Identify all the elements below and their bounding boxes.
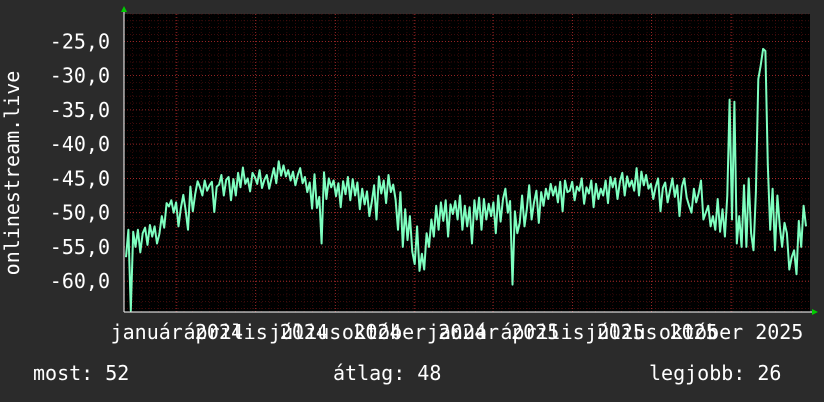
y-axis-arrow — [121, 6, 127, 12]
stat-best-value: 26 — [757, 361, 782, 385]
y-tick-label: -25,0 — [50, 29, 110, 53]
x-tick-label: október 2025 — [659, 320, 804, 344]
stat-best: legjobb: 26 — [649, 361, 781, 385]
stat-now: most: 52 — [33, 361, 129, 385]
stat-average: átlag: 48 — [333, 361, 441, 385]
y-tick-label: -30,0 — [50, 64, 110, 88]
y-tick-label: -45,0 — [50, 166, 110, 190]
y-axis-label: onlinestream.live — [0, 71, 24, 276]
y-tick-label: -50,0 — [50, 201, 110, 225]
chart-root: -25,0 -30,0 -35,0 -40,0 -45,0 -50,0 -55,0 -60,0… — [0, 0, 824, 402]
y-tick-label: -40,0 — [50, 132, 110, 156]
stat-average-label: átlag: — [333, 361, 406, 385]
y-tick-label: -60,0 — [50, 269, 110, 293]
x-axis-arrow — [812, 309, 818, 315]
y-tick-label: -55,0 — [50, 235, 110, 259]
y-tick-label: -35,0 — [50, 98, 110, 122]
stat-now-label: most: — [33, 361, 94, 385]
line-chart: -25,0 -30,0 -35,0 -40,0 -45,0 -50,0 -55,0 -60,0… — [0, 6, 818, 344]
stat-now-value: 52 — [105, 361, 130, 385]
stat-average-value: 48 — [417, 361, 442, 385]
stat-best-label: legjobb: — [649, 361, 746, 385]
